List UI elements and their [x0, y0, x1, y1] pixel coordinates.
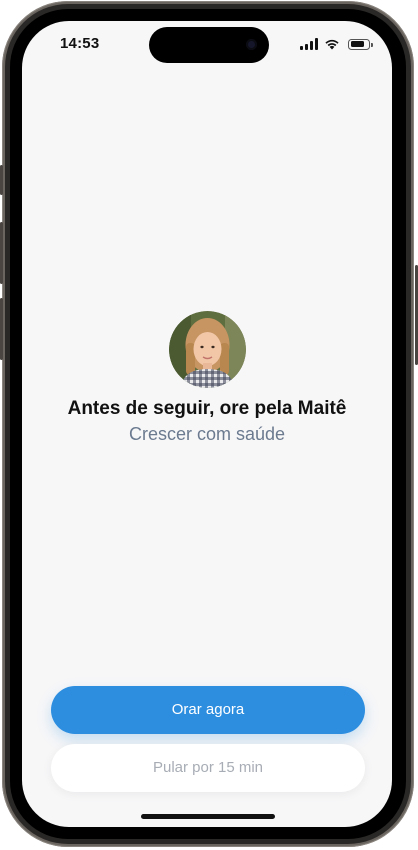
battery-fill	[350, 41, 365, 47]
battery-cap	[371, 42, 373, 47]
status-time: 14:53	[60, 35, 100, 52]
signal-icon	[300, 38, 318, 50]
wifi-icon	[325, 39, 339, 50]
prompt-title: Antes de seguir, ore pela Maitê	[67, 398, 347, 419]
dynamic-island	[149, 27, 269, 63]
action-button	[0, 165, 3, 195]
pray-now-button[interactable]: Orar agora	[51, 686, 365, 734]
skip-15-min-button[interactable]: Pular por 15 min	[51, 744, 365, 792]
prayer-prompt: Antes de seguir, ore pela Maitê Crescer …	[22, 311, 392, 445]
screen: 14:53 Antes de seguir, ore pela Maitê Cr…	[22, 21, 392, 827]
battery-icon	[348, 38, 373, 50]
child-avatar	[168, 311, 246, 388]
home-indicator[interactable]	[141, 814, 275, 819]
volume-up-button	[0, 222, 3, 284]
volume-down-button	[0, 298, 3, 360]
prompt-subtitle: Crescer com saúde	[128, 424, 286, 444]
front-camera-icon	[246, 39, 257, 50]
status-bar: 14:53	[22, 21, 392, 69]
status-icons	[300, 37, 373, 51]
